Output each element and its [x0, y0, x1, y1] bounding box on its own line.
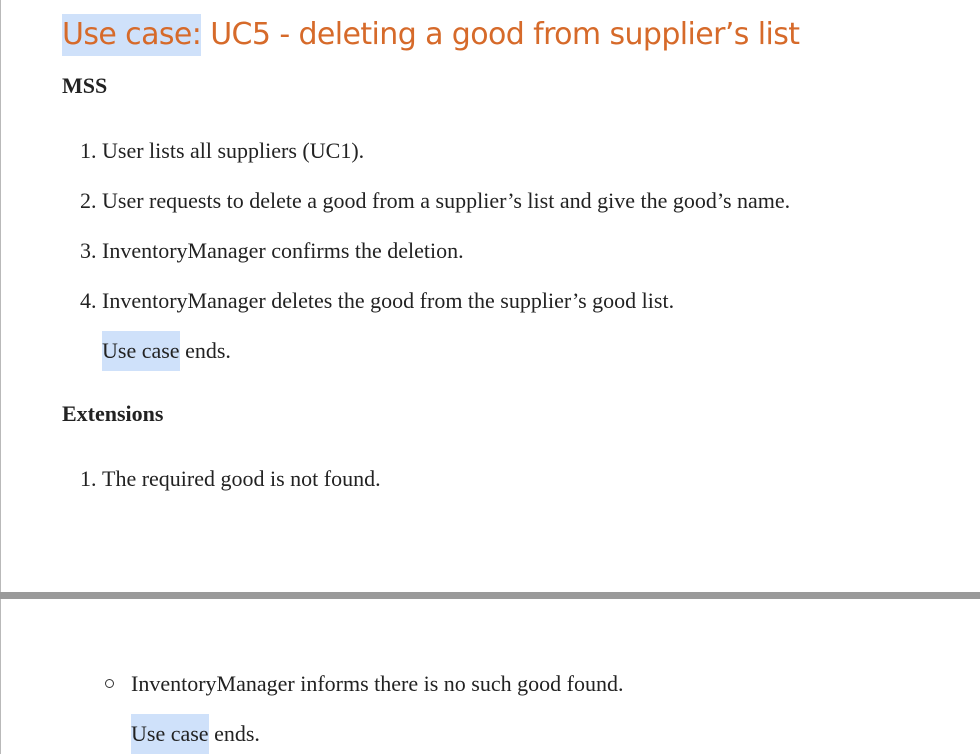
- ends-text: ends.: [208, 721, 260, 746]
- mss-step-text: User requests to delete a good from a su…: [102, 188, 791, 213]
- extensions-heading: Extensions: [62, 401, 164, 426]
- circle-bullet-icon: [105, 679, 114, 688]
- page-left-border: [0, 0, 1, 754]
- mss-step-text: InventoryManager confirms the deletion.: [102, 238, 464, 263]
- mss-step-number: 2.: [80, 188, 97, 213]
- extension-sub-item-text: InventoryManager informs there is no suc…: [131, 671, 624, 696]
- page-title: Use case: UC5 - deleting a good from sup…: [62, 14, 800, 56]
- ends-text: ends.: [179, 338, 231, 363]
- mss-step-number: 1.: [80, 138, 97, 163]
- title-text: UC5 - deleting a good from supplier’s li…: [201, 17, 800, 52]
- mss-end-line: Use case ends.: [102, 331, 231, 371]
- title-highlight: Use case:: [62, 14, 202, 56]
- mss-step-number: 3.: [80, 238, 97, 263]
- use-case-highlight: Use case: [102, 331, 180, 371]
- extension-text: The required good is not found.: [102, 466, 381, 491]
- mss-heading: MSS: [62, 73, 108, 98]
- mss-step-text: User lists all suppliers (UC1).: [102, 138, 365, 163]
- mss-step-number: 4.: [80, 288, 97, 313]
- extension-end-line: Use case ends.: [131, 714, 260, 754]
- mss-step-text: InventoryManager deletes the good from t…: [102, 288, 675, 313]
- page-break: [0, 592, 980, 599]
- document-viewport: Use case: UC5 - deleting a good from sup…: [0, 0, 980, 754]
- use-case-highlight: Use case: [131, 714, 209, 754]
- extension-number: 1.: [80, 466, 97, 491]
